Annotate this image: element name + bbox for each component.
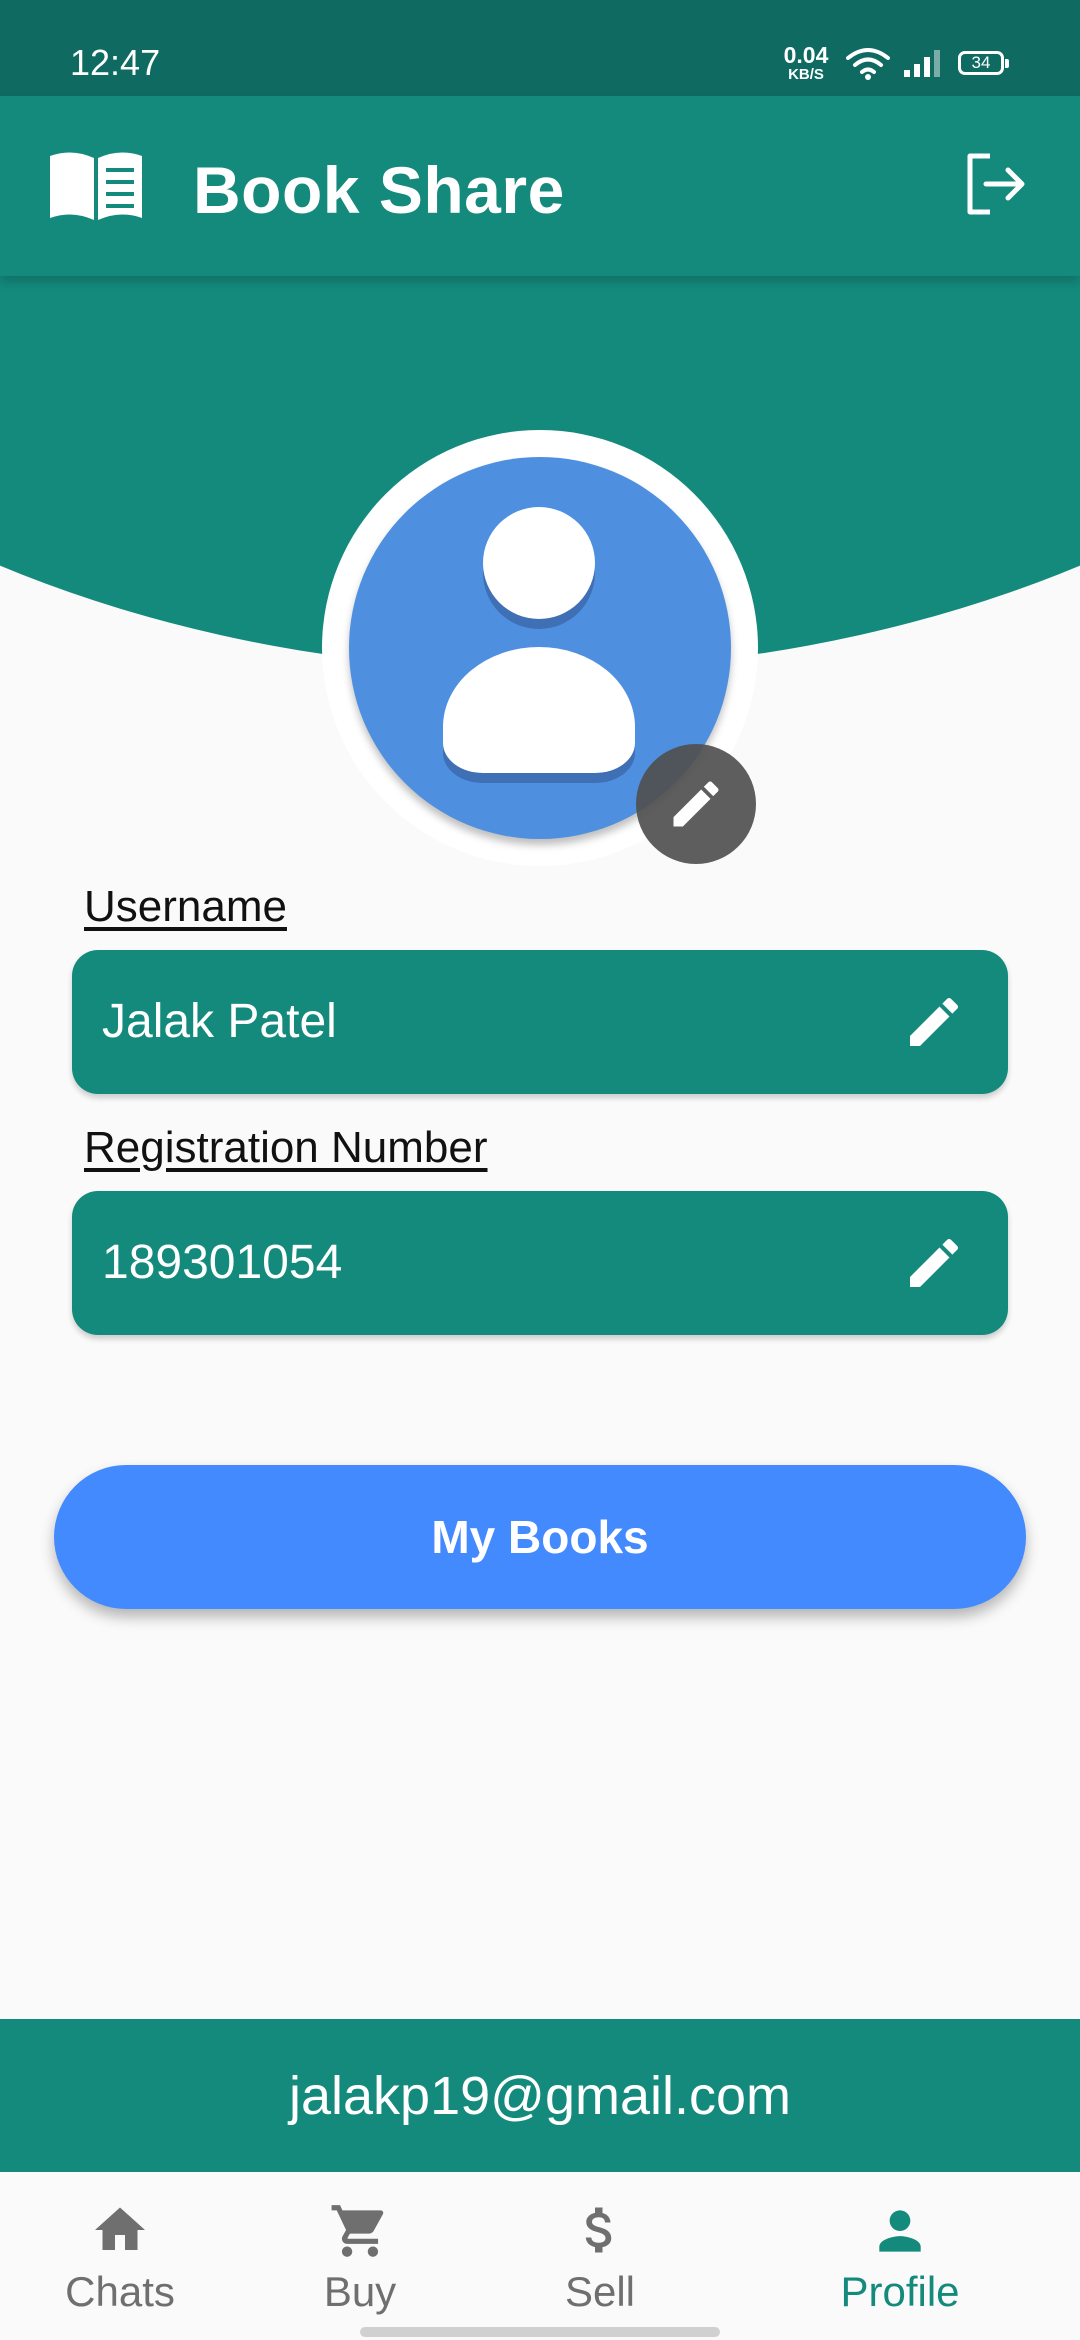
pencil-icon [673, 781, 719, 827]
nav-label-sell: Sell [564, 2268, 636, 2315]
cart-icon [240, 2200, 480, 2264]
nav-item-sell[interactable]: Sell [480, 2172, 720, 2340]
nav-label-chats: Chats [65, 2268, 175, 2315]
open-book-icon [46, 146, 146, 231]
app-bar: Book Share [0, 96, 1080, 276]
nav-label-profile: Profile [840, 2268, 960, 2315]
network-speed-value: 0.04 [783, 42, 829, 68]
avatar-body [443, 647, 635, 773]
home-icon [0, 2200, 240, 2264]
bottom-navigation: Chats Buy Sell Profile [0, 2172, 1080, 2340]
logout-button[interactable] [960, 148, 1032, 220]
home-indicator[interactable] [360, 2327, 720, 2337]
pencil-icon [910, 1238, 959, 1287]
edit-avatar-button[interactable] [636, 744, 756, 864]
network-speed-unit: KB/S [788, 66, 824, 83]
edit-username-button[interactable] [902, 990, 966, 1054]
person-icon [780, 2200, 1020, 2264]
network-speed: 0.04 KB/S [776, 42, 836, 83]
my-books-button[interactable]: My Books [54, 1465, 1026, 1609]
nav-item-chats[interactable]: Chats [0, 2172, 240, 2340]
app-title: Book Share [193, 153, 565, 227]
username-field: Jalak Patel [72, 950, 1008, 1094]
pencil-icon [910, 997, 959, 1046]
nav-label-buy: Buy [323, 2268, 397, 2315]
email-text: jalakp19@gmail.com [288, 2065, 792, 2126]
username-label: Username [84, 882, 287, 931]
nav-item-buy[interactable]: Buy [240, 2172, 480, 2340]
username-value: Jalak Patel [102, 995, 337, 1048]
edit-registration-number-button[interactable] [902, 1231, 966, 1295]
battery-icon: 34 [958, 51, 1009, 75]
status-time: 12:47 [70, 42, 161, 83]
registration-number-label: Registration Number [84, 1123, 488, 1172]
nav-item-profile[interactable]: Profile [780, 2172, 1020, 2340]
signal-icon [902, 48, 944, 83]
logout-icon [967, 153, 1025, 215]
avatar-head [483, 507, 595, 619]
email-footer: jalakp19@gmail.com [0, 2019, 1080, 2172]
registration-number-field: 189301054 [72, 1191, 1008, 1335]
wifi-icon [846, 46, 890, 85]
status-bar: 12:47 0.04 KB/S 34 [0, 0, 1080, 96]
registration-number-value: 189301054 [102, 1236, 343, 1289]
dollar-icon [480, 2200, 720, 2264]
